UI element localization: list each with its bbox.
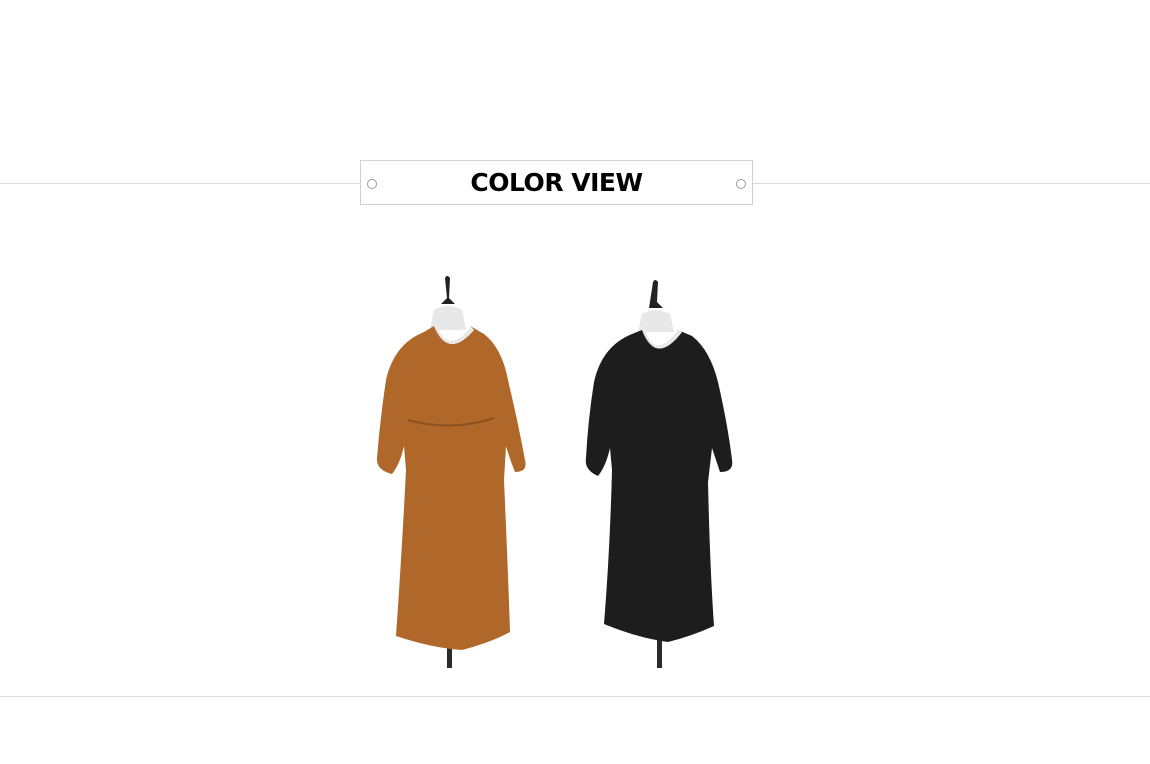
divider-bottom: [0, 696, 1150, 697]
section-title: COLOR VIEW: [470, 168, 643, 197]
circle-icon: [736, 179, 746, 189]
dress-body: [376, 326, 526, 650]
black-dress-image: [585, 280, 733, 668]
dress-body: [585, 330, 733, 642]
section-title-box: COLOR VIEW: [360, 160, 753, 205]
brown-dress-image: [376, 276, 526, 668]
